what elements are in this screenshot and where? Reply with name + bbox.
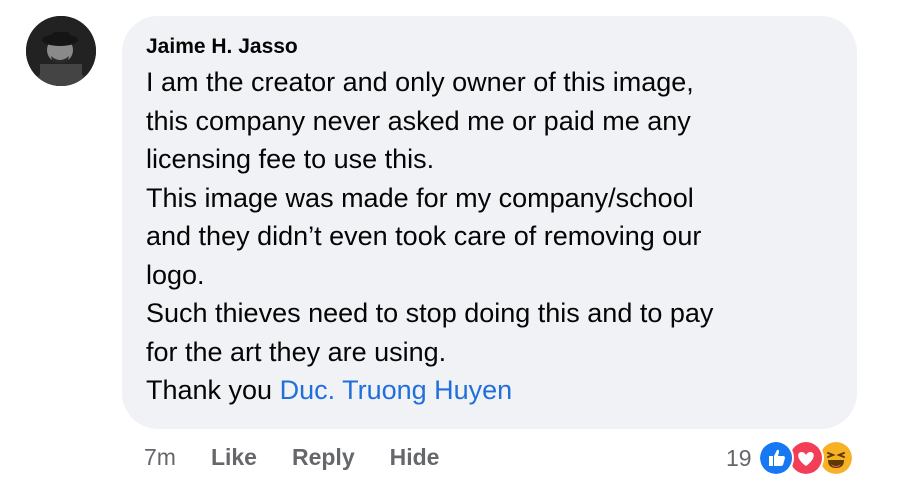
avatar[interactable] (26, 16, 96, 86)
comment-line: licensing fee to use this. (146, 144, 435, 174)
timestamp[interactable]: 7m (144, 444, 176, 471)
comment-line: this company never asked me or paid me a… (146, 105, 691, 136)
closing-text: Thank you (146, 375, 280, 405)
comment-author[interactable]: Jaime H. Jasso (146, 33, 833, 61)
reactions-summary[interactable]: 19 (726, 440, 854, 476)
avatar-image (26, 16, 96, 86)
comment-line: I am the creator and only owner of this … (146, 67, 694, 97)
comment-bubble: Jaime H. Jasso I am the creator and only… (122, 16, 857, 429)
hide-button[interactable]: Hide (390, 444, 440, 471)
comment-text: I am the creator and only owner of this … (146, 63, 833, 410)
comment-line: Such thieves need to stop doing this and… (146, 298, 714, 328)
like-button[interactable]: Like (211, 444, 257, 471)
comment-closing-line: Thank you Duc. Truong Huyen (146, 371, 833, 410)
comment-line: This image was made for my company/schoo… (146, 182, 694, 213)
comment-line: and they didn’t even took care of removi… (146, 221, 702, 251)
comment-container: Jaime H. Jasso I am the creator and only… (0, 0, 923, 495)
like-icon (757, 440, 794, 476)
reaction-count: 19 (726, 444, 752, 471)
mention-link[interactable]: Duc. Truong Huyen (280, 375, 513, 405)
comment-actions: 7m Like Reply Hide (144, 440, 474, 474)
comment-line: logo. (146, 259, 205, 290)
comment-line: for the art they are using. (146, 336, 447, 367)
reply-button[interactable]: Reply (292, 444, 355, 471)
